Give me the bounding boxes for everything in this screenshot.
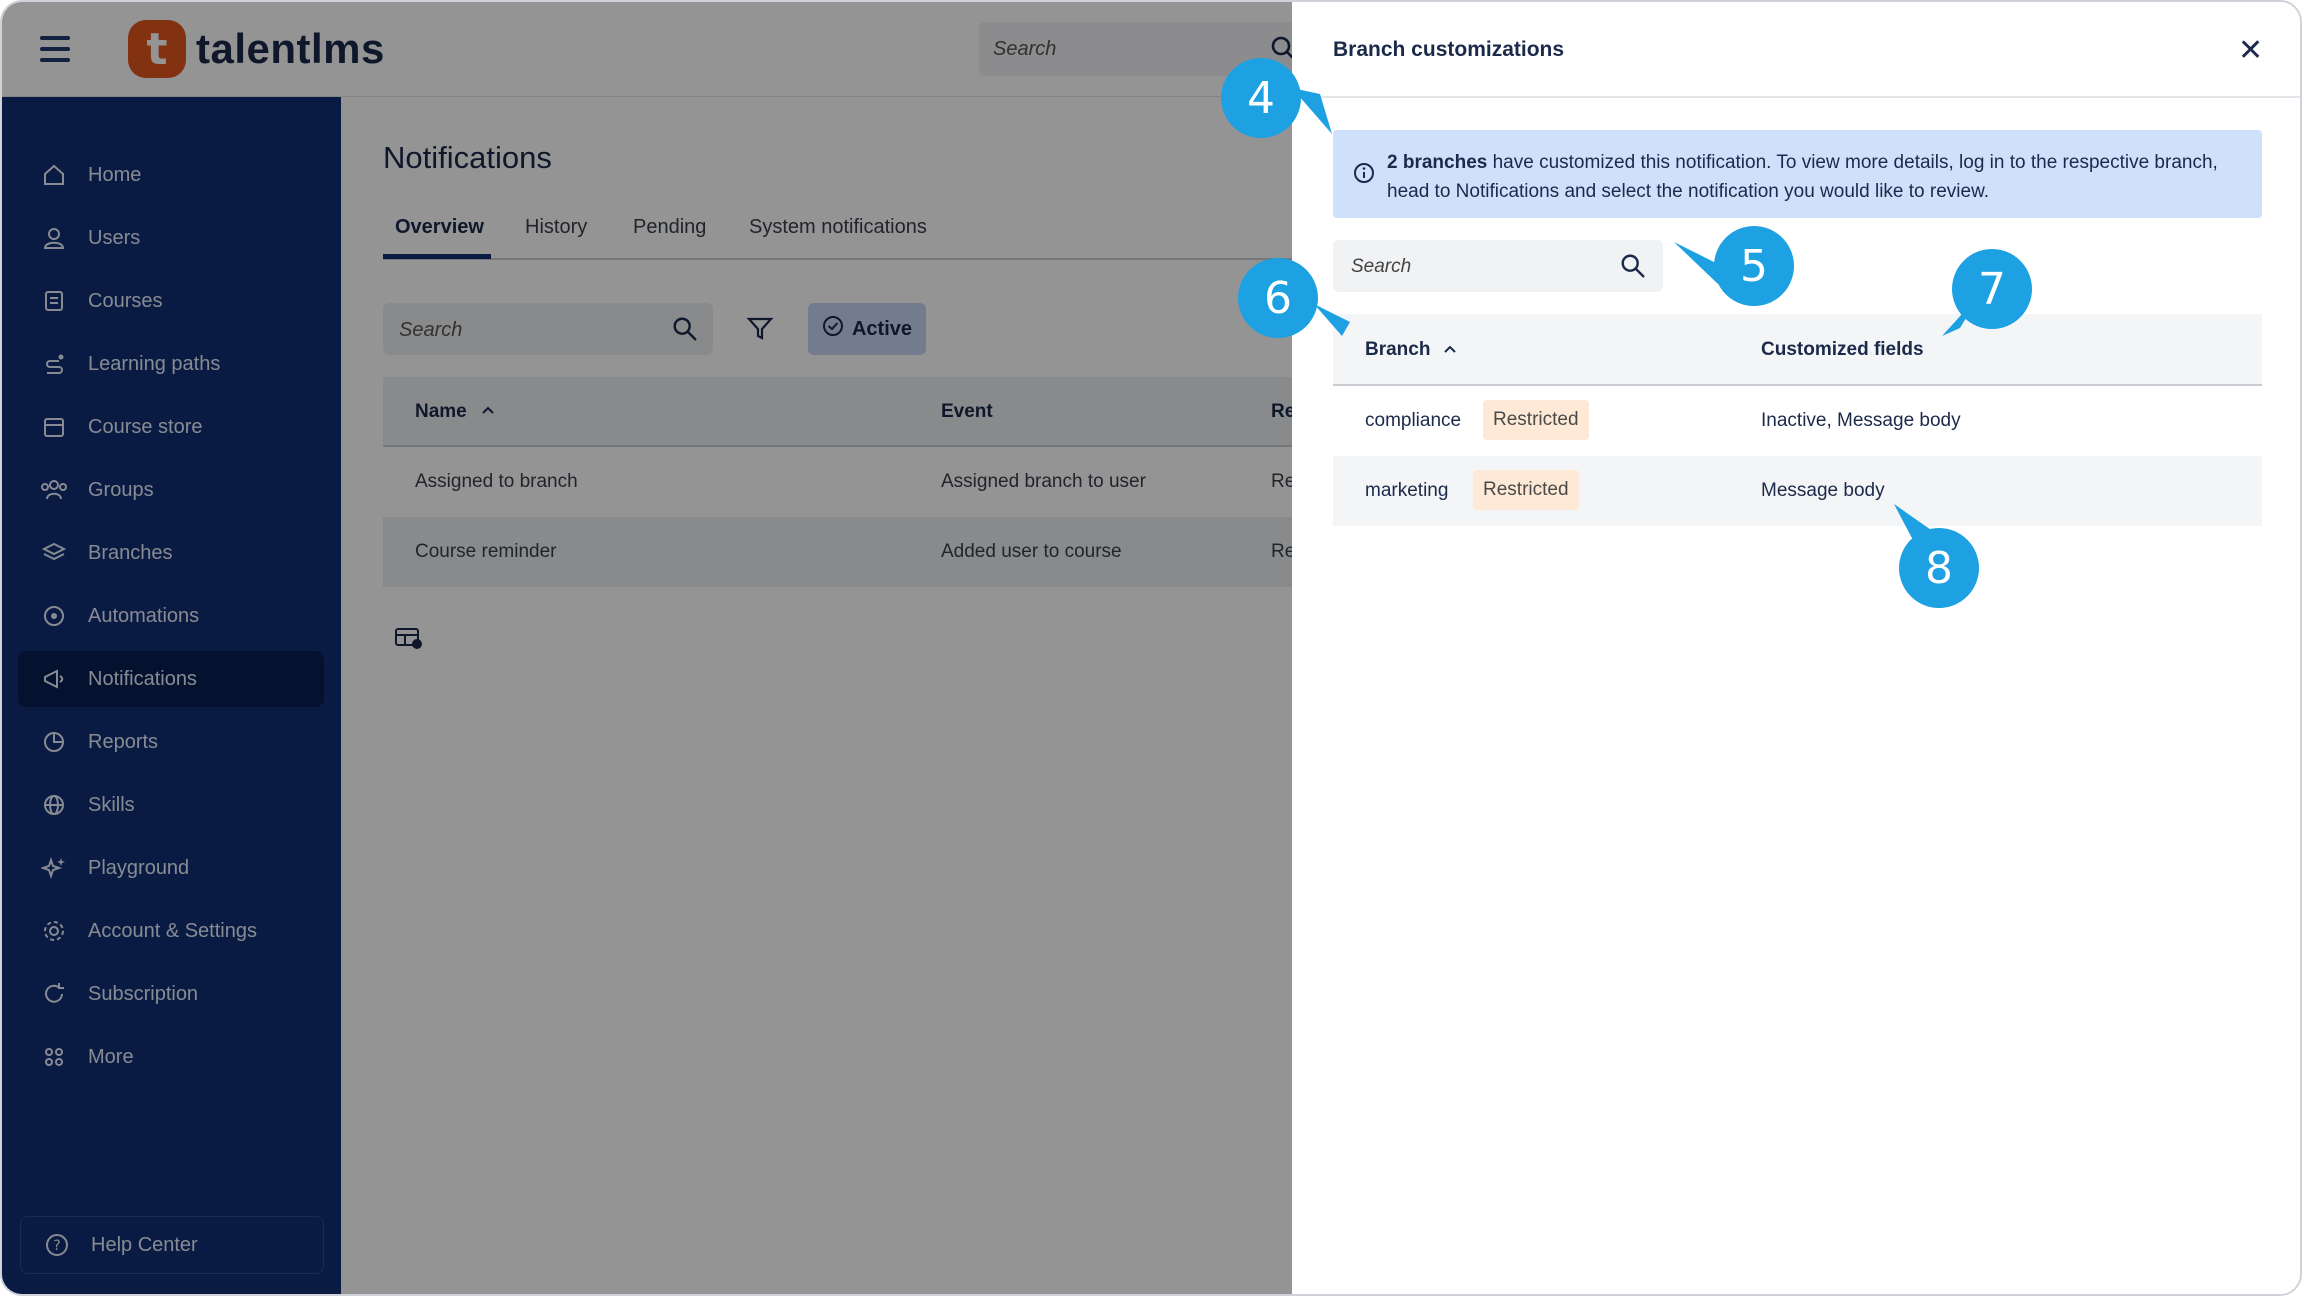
callout-5: 5 xyxy=(1714,226,1794,306)
search-placeholder: Search xyxy=(1351,256,1412,277)
app-window: t talentlms Search Home Users Courses Le… xyxy=(0,0,2302,1296)
info-banner: 2 branches have customized this notifica… xyxy=(1333,130,2262,218)
callout-4: 4 xyxy=(1221,58,1301,138)
table-row[interactable]: marketing Restricted Message body xyxy=(1333,456,2262,526)
branch-customizations-drawer: Branch customizations ✕ 2 branches have … xyxy=(1292,2,2300,1294)
drawer-title: Branch customizations xyxy=(1333,38,1565,61)
branch-table-header: Branch Customized fields xyxy=(1333,314,2262,386)
modal-backdrop[interactable] xyxy=(2,2,1292,1294)
info-text: 2 branches have customized this notifica… xyxy=(1387,148,2247,206)
search-icon[interactable] xyxy=(1619,252,1647,285)
info-line2: head to Notifications and select the not… xyxy=(1387,181,1990,202)
info-count: 2 branches xyxy=(1387,152,1488,173)
column-branch[interactable]: Branch xyxy=(1365,339,1430,361)
restricted-badge: Restricted xyxy=(1483,400,1589,440)
drawer-header: Branch customizations ✕ xyxy=(1292,2,2300,98)
customized-fields-value: Inactive, Message body xyxy=(1761,410,1961,431)
branch-name: marketing xyxy=(1365,480,1449,501)
restricted-badge: Restricted xyxy=(1473,470,1579,510)
table-row[interactable]: compliance Restricted Inactive, Message … xyxy=(1333,386,2262,456)
callout-7: 7 xyxy=(1952,249,2032,329)
sort-asc-icon[interactable] xyxy=(1441,340,1459,363)
info-icon xyxy=(1353,162,1375,189)
column-customized-fields[interactable]: Customized fields xyxy=(1761,339,1924,361)
info-line1: have customized this notification. To vi… xyxy=(1487,152,2218,173)
branch-name: compliance xyxy=(1365,410,1462,431)
callout-8: 8 xyxy=(1899,528,1979,608)
customized-fields-value: Message body xyxy=(1761,480,1885,501)
close-icon[interactable]: ✕ xyxy=(2238,36,2263,66)
branch-search-input[interactable]: Search xyxy=(1333,240,1663,292)
callout-6: 6 xyxy=(1238,258,1318,338)
